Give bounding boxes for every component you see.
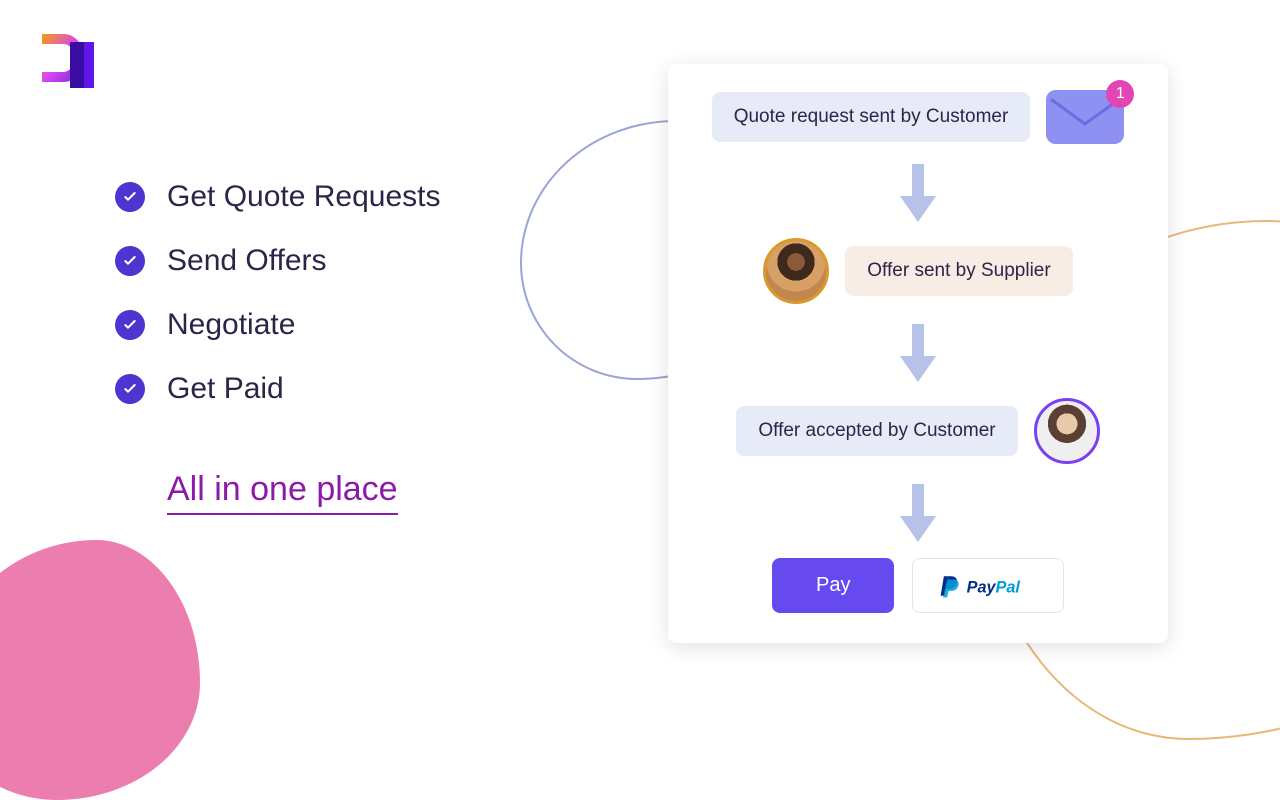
brand-logo xyxy=(32,22,104,94)
paypal-icon: PayPal xyxy=(939,573,1037,599)
tagline: All in one place xyxy=(167,470,398,515)
flow-step-1-label: Quote request sent by Customer xyxy=(712,92,1031,142)
payment-row: Pay PayPal xyxy=(692,558,1144,613)
envelope-icon: 1 xyxy=(1046,90,1124,144)
paypal-button[interactable]: PayPal xyxy=(912,558,1064,613)
feature-item: Negotiate xyxy=(115,308,441,342)
flow-step-2-label: Offer sent by Supplier xyxy=(845,246,1072,296)
feature-label: Send Offers xyxy=(167,244,327,278)
feature-label: Negotiate xyxy=(167,308,295,342)
feature-item: Send Offers xyxy=(115,244,441,278)
feature-label: Get Quote Requests xyxy=(167,180,441,214)
arrow-down-icon xyxy=(692,482,1144,544)
flow-step-1-row: Quote request sent by Customer 1 xyxy=(692,90,1144,144)
check-icon xyxy=(115,374,145,404)
check-icon xyxy=(115,310,145,340)
svg-text:PayPal: PayPal xyxy=(967,578,1021,596)
decorative-blob-pink xyxy=(0,540,200,800)
arrow-down-icon xyxy=(692,322,1144,384)
feature-item: Get Paid xyxy=(115,372,441,406)
flow-step-2-row: Offer sent by Supplier xyxy=(692,238,1144,304)
quote-flow-card: Quote request sent by Customer 1 Offer s… xyxy=(668,64,1168,643)
feature-list: Get Quote Requests Send Offers Negotiate… xyxy=(115,180,441,515)
supplier-avatar xyxy=(763,238,829,304)
check-icon xyxy=(115,182,145,212)
arrow-down-icon xyxy=(692,162,1144,224)
flow-step-3-row: Offer accepted by Customer xyxy=(692,398,1144,464)
feature-label: Get Paid xyxy=(167,372,284,406)
check-icon xyxy=(115,246,145,276)
pay-button[interactable]: Pay xyxy=(772,558,894,613)
flow-step-3-label: Offer accepted by Customer xyxy=(736,406,1017,456)
notification-badge: 1 xyxy=(1106,80,1134,108)
customer-avatar xyxy=(1034,398,1100,464)
feature-item: Get Quote Requests xyxy=(115,180,441,214)
